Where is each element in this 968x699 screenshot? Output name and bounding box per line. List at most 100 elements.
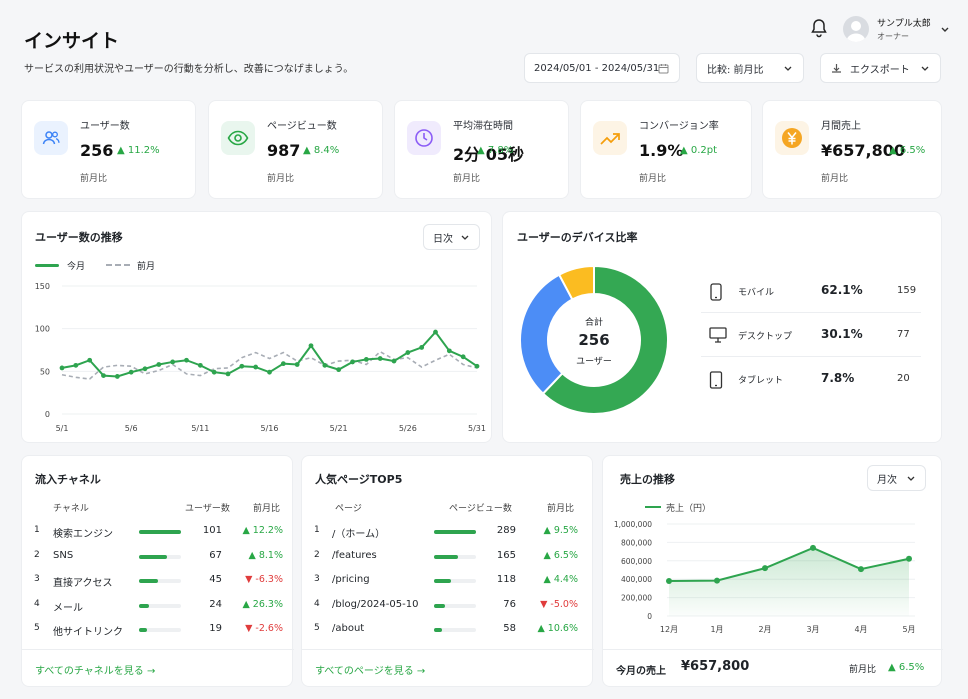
device-title: ユーザーのデバイス比率 [517, 231, 638, 244]
device-name: モバイル [738, 288, 775, 298]
avatar[interactable] [843, 16, 869, 42]
x-tick-label: 5/11 [191, 424, 209, 433]
data-point [59, 365, 65, 371]
row-name: /features [332, 549, 377, 561]
kpi-title: ページビュー数 [267, 121, 337, 132]
table-row[interactable]: 1 検索エンジン 101 ▲ 12.2% [22, 520, 294, 544]
table-row[interactable]: 3/pricing 118 ▲ 4.4% [302, 569, 594, 593]
pages-title: 人気ページTOP5 [315, 473, 403, 486]
row-value: 45 [209, 574, 222, 585]
row-bar-fill [139, 554, 167, 559]
table-row[interactable]: 3 直接アクセス 45 ▼ -6.3% [22, 569, 294, 593]
view-all-channels-link[interactable]: すべてのチャネルを見る → [35, 662, 155, 677]
data-point [197, 362, 203, 368]
data-point [810, 544, 816, 551]
row-change: ▼ -5.0% [540, 598, 578, 610]
device-count: 77 [897, 329, 910, 340]
kpi-title: 平均滞在時間 [453, 121, 513, 132]
x-tick-label: 4月 [854, 625, 867, 634]
sales-title: 売上の推移 [620, 473, 675, 486]
channels-col-change: 前月比 [253, 504, 281, 514]
kpi-compare-label: 前月比 [821, 174, 849, 184]
sales-period-select[interactable]: 月次 [867, 465, 926, 491]
yen-icon [775, 121, 809, 155]
row-value: 165 [496, 549, 516, 561]
row-bar-fill [434, 554, 458, 559]
table-row[interactable]: 1 /（ホーム） 289 ▲ 9.5% [302, 520, 594, 544]
eye-icon [221, 121, 255, 155]
chevron-down-icon [460, 234, 470, 245]
y-tick-label: 100 [35, 325, 50, 334]
row-name: /pricing [332, 574, 370, 585]
table-row[interactable]: 5 他サイトリンク 19 ▼ -2.6% [22, 618, 294, 642]
tablet-icon [709, 371, 723, 392]
channels-card: 流入チャネル チャネル ユーザー数 前月比 1 検索エンジン 101 ▲ 12.2% 2… [21, 455, 294, 687]
user-menu-chevron-icon[interactable] [940, 24, 950, 32]
chevron-down-icon [906, 475, 916, 486]
kpi-card: コンバージョン率 1.9% ▲ 0.2pt 前月比 [580, 100, 752, 199]
row-name: メール [53, 602, 83, 614]
date-range-picker[interactable]: 2024/05/01 - 2024/05/31 [524, 53, 680, 83]
user-trend-period-select[interactable]: 日次 [423, 224, 480, 250]
row-bar [434, 628, 476, 632]
donut-center-label: 合計 [584, 318, 603, 328]
row-bar-fill [434, 603, 445, 608]
table-row[interactable]: 5/about 58 ▲ 10.6% [302, 618, 594, 642]
data-point [377, 356, 383, 361]
row-value: 101 [202, 525, 222, 536]
users-icon [34, 121, 68, 155]
data-point [267, 369, 272, 375]
data-point [350, 359, 355, 365]
kpi-value: 1.9% [639, 141, 684, 160]
device-row: モバイル 62.1% 159 [701, 270, 921, 313]
row-bar [139, 530, 181, 534]
legend-previous-label: 前月 [137, 262, 156, 272]
device-percent: 7.8% [821, 371, 855, 385]
kpi-card: ページビュー数 987 ▲ 8.4% 前月比 [208, 100, 383, 199]
data-point [336, 367, 342, 373]
compare-select[interactable]: 比較: 前月比 [696, 53, 804, 83]
x-tick-label: 5/1 [56, 424, 69, 433]
clock-icon [407, 121, 441, 155]
sales-legend-swatch [645, 506, 661, 508]
channels-title: 流入チャネル [35, 473, 101, 486]
kpi-title: 月間売上 [821, 121, 861, 132]
export-label: エクスポート [850, 64, 910, 76]
row-name: SNS [53, 549, 74, 561]
device-row: デスクトップ 30.1% 77 [701, 314, 921, 357]
kpi-card: ユーザー数 256 ▲ 11.2% 前月比 [21, 100, 196, 199]
row-value: 24 [209, 598, 222, 610]
donut-center-value: 256 [578, 331, 610, 349]
row-value: 19 [209, 623, 222, 634]
row-name: /blog/2024-05-10 [332, 598, 419, 610]
x-tick-label: 12月 [660, 625, 678, 634]
page-title: インサイト [24, 30, 120, 52]
y-tick-label: 1,000,000 [614, 520, 652, 529]
row-value: 58 [503, 623, 516, 634]
row-rank: 3 [34, 574, 40, 584]
row-bar-fill [434, 579, 451, 583]
table-row[interactable]: 2 SNS 67 ▲ 8.1% [22, 545, 294, 569]
table-row[interactable]: 4 メール 24 ▲ 26.3% [22, 594, 294, 618]
row-name: 直接アクセス [53, 578, 113, 589]
data-point [211, 369, 217, 375]
row-change: ▲ 8.1% [248, 549, 283, 561]
data-point [391, 358, 397, 364]
row-value: 289 [496, 525, 516, 536]
row-rank: 2 [314, 549, 320, 560]
bell-icon[interactable] [810, 18, 828, 38]
data-point [858, 566, 864, 573]
kpi-card: 平均滞在時間 2分 05秒 ▲ 7.8% 前月比 [394, 100, 569, 199]
user-trend-title: ユーザー数の推移 [35, 231, 123, 244]
data-point [87, 357, 93, 363]
row-bar [434, 579, 476, 583]
table-row[interactable]: 2/features 165 ▲ 6.5% [302, 545, 594, 569]
data-point [253, 364, 259, 370]
table-row[interactable]: 4/blog/2024-05-10 76 ▼ -5.0% [302, 594, 594, 618]
legend-current-swatch [35, 264, 59, 267]
data-point [280, 361, 286, 367]
view-all-pages-link[interactable]: すべてのページを見る → [315, 662, 425, 677]
kpi-compare-label: 前月比 [80, 174, 108, 184]
y-tick-label: 800,000 [621, 538, 652, 547]
export-button[interactable]: エクスポート [820, 53, 941, 83]
